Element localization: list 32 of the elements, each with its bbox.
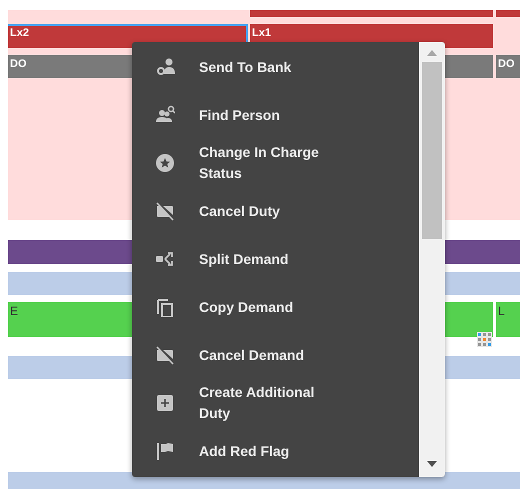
menu-label: Cancel Demand <box>199 346 304 364</box>
crossed-card-icon <box>155 345 175 365</box>
menu-label: Add Red Flag <box>199 442 290 461</box>
scrollbar[interactable] <box>419 42 445 477</box>
menu-item[interactable]: Copy Demand <box>132 283 419 331</box>
shift-bar[interactable]: DO <box>496 55 520 78</box>
people-search-icon <box>155 105 175 125</box>
split-icon <box>155 249 175 269</box>
scroll-down-icon[interactable] <box>427 461 437 467</box>
crossed-card-icon <box>155 201 175 221</box>
menu-label: Split Demand <box>199 250 288 269</box>
menu-item[interactable]: Create Additional Duty <box>132 379 419 427</box>
grid-icon[interactable] <box>477 332 492 347</box>
flag-icon <box>155 441 175 461</box>
plus-square-icon <box>155 393 175 413</box>
star-circle-icon <box>155 153 175 173</box>
menu-item[interactable]: Change In Charge Status <box>132 139 419 187</box>
menu-item[interactable]: Add Red Flag <box>132 427 419 475</box>
menu-label: Create Additional Duty <box>199 383 316 423</box>
person-circle-icon <box>155 57 175 77</box>
menu-label: Cancel Duty <box>199 202 280 221</box>
copy-icon <box>155 297 175 317</box>
scrollbar-thumb[interactable] <box>422 62 442 239</box>
menu-item[interactable]: Split Demand <box>132 235 419 283</box>
menu-label: Copy Demand <box>199 298 294 317</box>
menu-label: Send To Bank <box>199 58 292 76</box>
shift-bar[interactable]: L <box>496 302 520 337</box>
menu-item[interactable]: Find Person <box>132 91 419 139</box>
menu-label: Change In Charge Status <box>199 143 320 183</box>
menu-item[interactable]: Cancel Demand <box>132 331 419 379</box>
menu-label: Find Person <box>199 106 280 124</box>
menu-item[interactable]: Cancel Duty <box>132 187 419 235</box>
